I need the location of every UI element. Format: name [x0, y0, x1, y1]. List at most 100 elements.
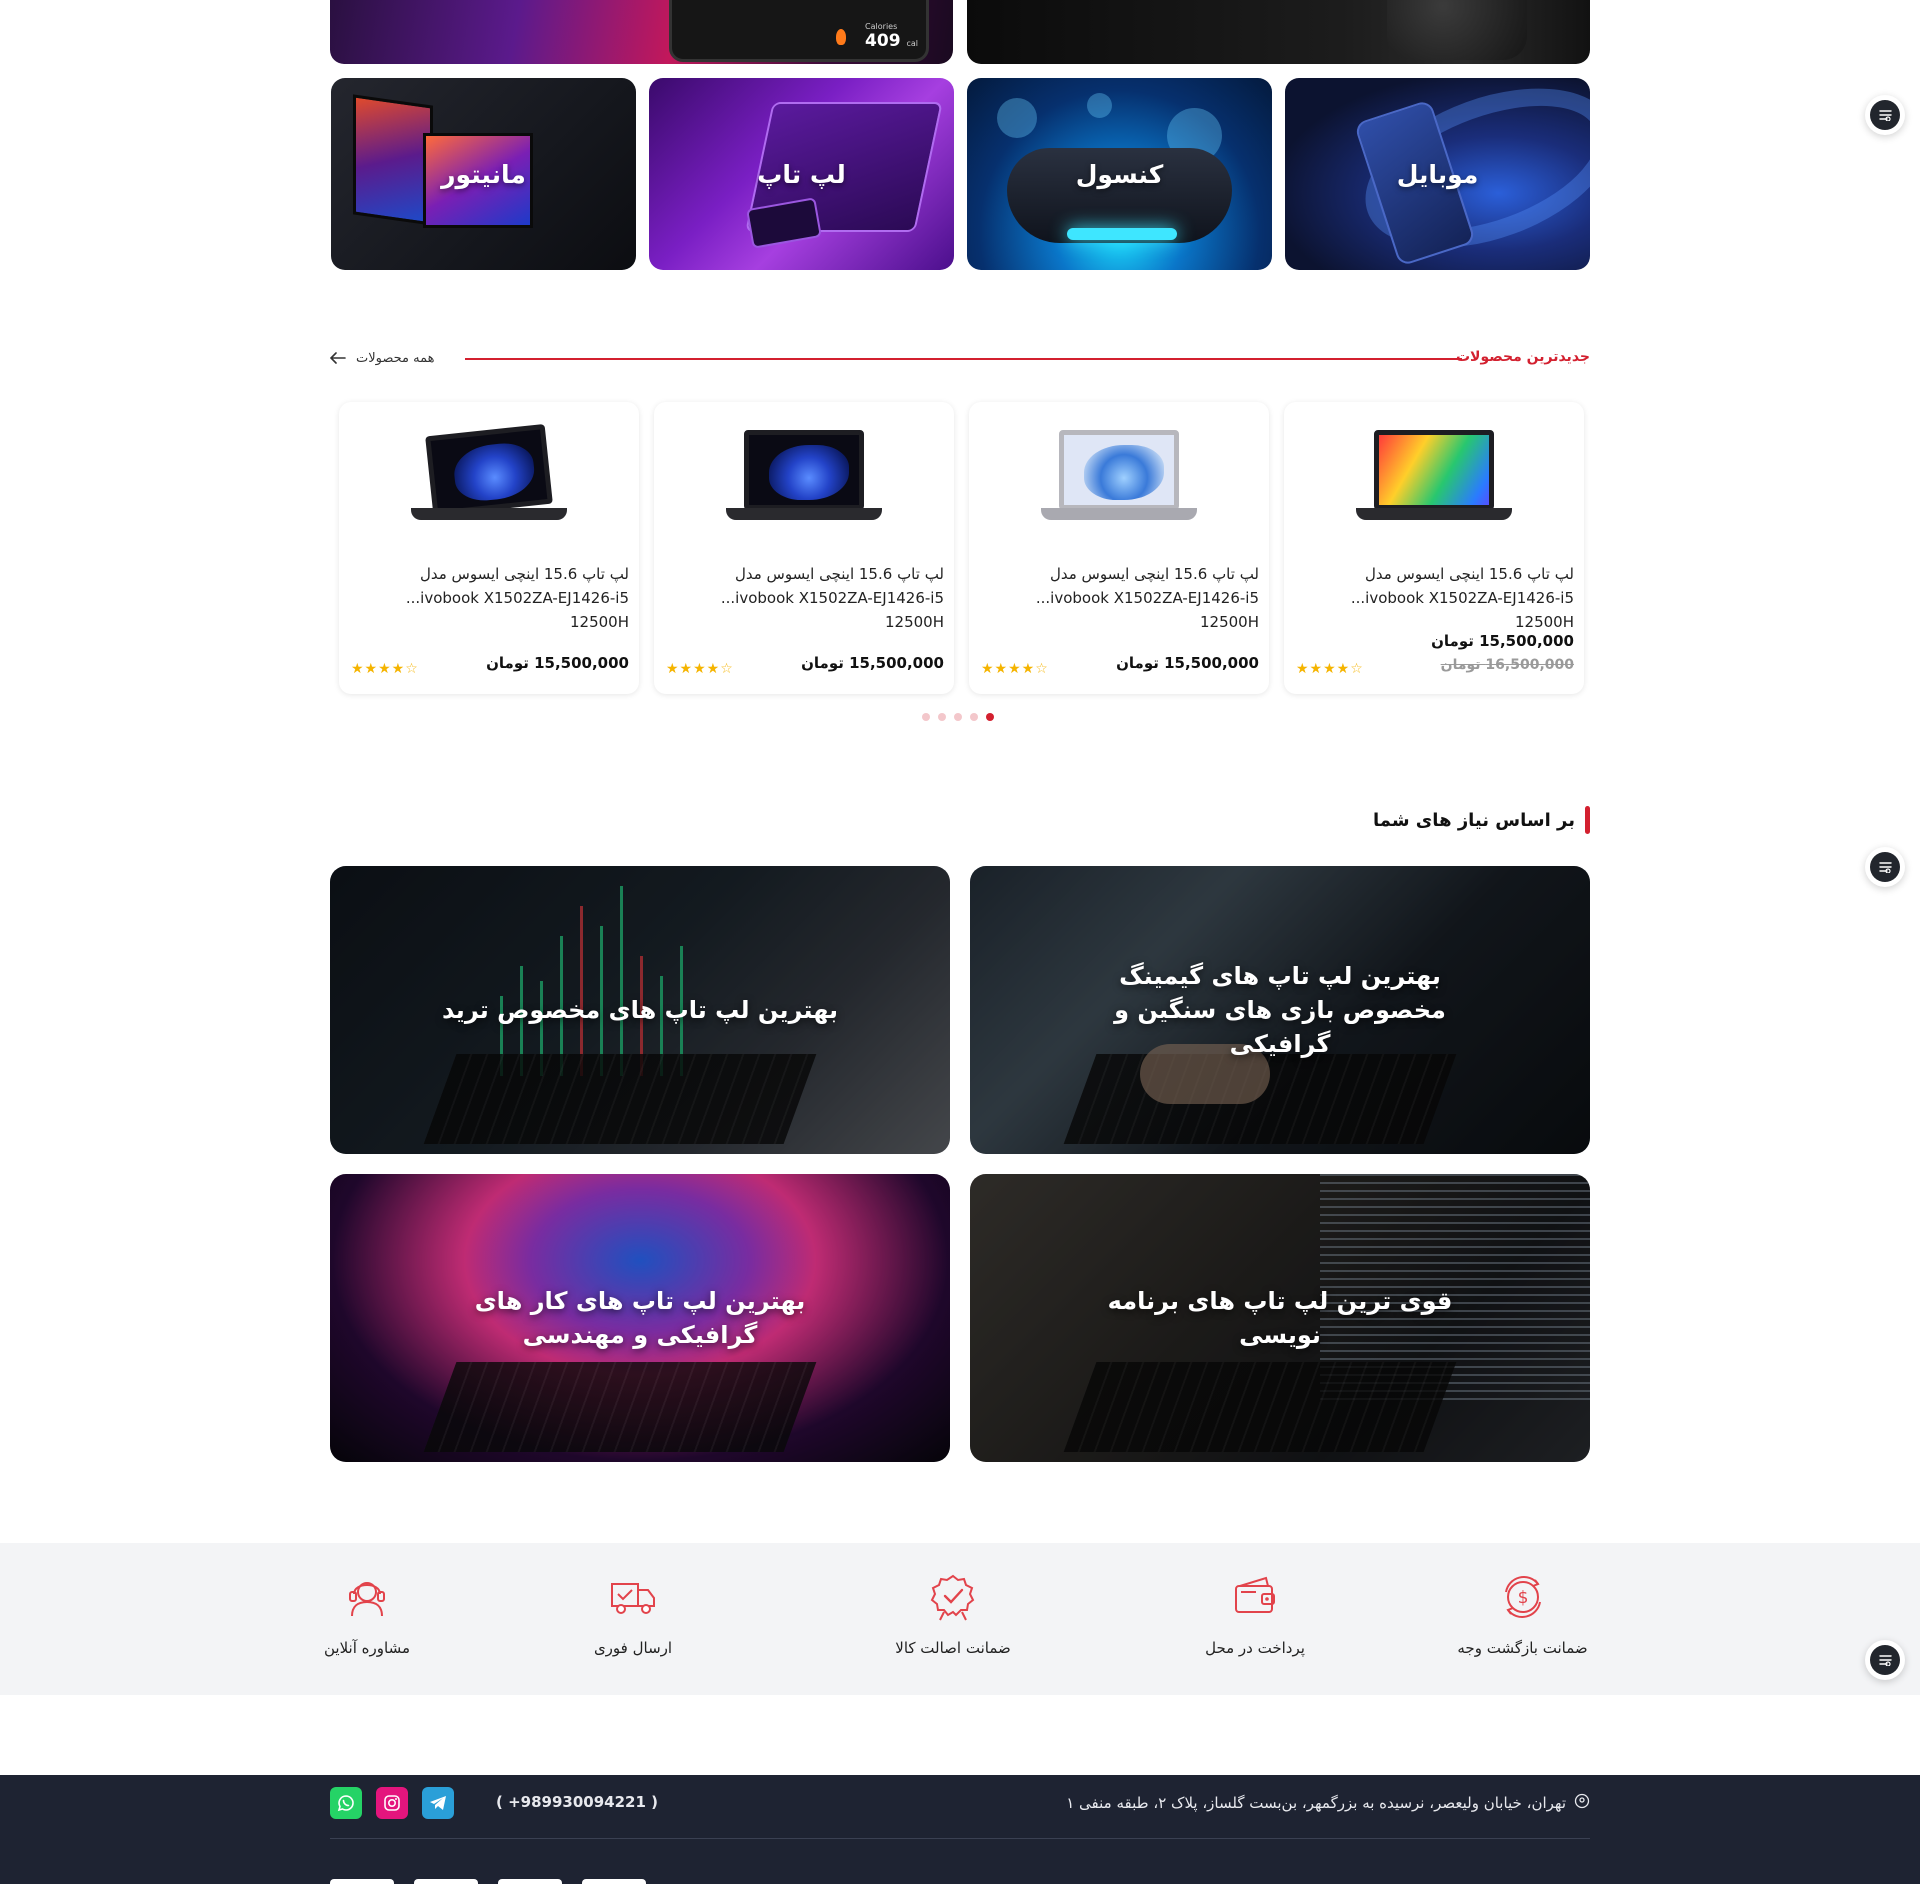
list-icon [1879, 862, 1892, 873]
feature-label: ضمانت اصالت کالا [895, 1639, 1011, 1657]
category-label: کنسول [1075, 159, 1164, 189]
need-card-label: بهترین لپ تاپ های کار های گرافیکی و مهند… [474, 1287, 806, 1349]
category-label: موبایل [1396, 159, 1479, 189]
product-price: 15,500,000 تومان [486, 654, 629, 672]
link-label: همه محصولات [356, 351, 435, 366]
floating-menu-button[interactable] [1865, 847, 1905, 887]
instagram-link[interactable] [376, 1787, 408, 1819]
telegram-link[interactable] [422, 1787, 454, 1819]
bokeh-dot [997, 98, 1037, 138]
carousel-dot[interactable] [970, 713, 978, 721]
footer-divider [330, 1838, 1590, 1839]
need-card-trading[interactable]: بهترین لپ تاپ های مخصوص ترید [330, 866, 950, 1154]
feature-authenticity: ضمانت اصالت کالا [888, 1543, 1018, 1657]
trust-badge[interactable] [414, 1879, 478, 1884]
product-image [714, 418, 894, 538]
rating-stars: ★★★★☆ [666, 661, 734, 677]
title-line: لپ تاپ 15.6 اینچی ایسوس مدل [1364, 565, 1574, 583]
address-text: تهران، خیابان ولیعصر، نرسیده به بزرگمهر،… [1066, 1794, 1566, 1812]
product-card[interactable]: لپ تاپ 15.6 اینچی ایسوس مدل ...ivobook X… [969, 402, 1269, 694]
speaker-image [1387, 0, 1527, 60]
telegram-icon [430, 1796, 446, 1810]
rating-stars: ★★★★☆ [1296, 661, 1364, 677]
list-icon [1879, 1655, 1892, 1666]
bokeh-dot [1087, 93, 1112, 118]
trust-badge[interactable] [330, 1879, 394, 1884]
carousel-dot[interactable] [954, 713, 962, 721]
title-line: لپ تاپ 15.6 اینچی ایسوس مدل [419, 565, 629, 583]
product-image [1344, 418, 1524, 538]
need-card-programming[interactable]: قوی ترین لپ تاپ های برنامه نویسی [970, 1174, 1590, 1462]
need-card-label: قوی ترین لپ تاپ های برنامه نویسی [1107, 1287, 1453, 1349]
category-mobile[interactable]: موبایل [1285, 78, 1590, 270]
page: { "top_banners": { "watch": { "calories_… [0, 0, 1920, 1884]
title-line: ...ivobook X1502ZA-EJ1426-i5 12500H [1350, 589, 1574, 631]
money-back-icon: $ [1497, 1571, 1549, 1623]
title-line: ...ivobook X1502ZA-EJ1426-i5 12500H [1035, 589, 1259, 631]
product-image [399, 418, 579, 538]
feature-fast-delivery: ارسال فوری [588, 1543, 678, 1657]
title-line: ...ivobook X1502ZA-EJ1426-i5 12500H [405, 589, 629, 631]
category-tiles: موبایل کنسول لپ تاپ مانیتور [330, 78, 1590, 270]
whatsapp-icon [337, 1795, 354, 1812]
category-laptop[interactable]: لپ تاپ [649, 78, 954, 270]
product-title[interactable]: لپ تاپ 15.6 اینچی ایسوس مدل ...ivobook X… [349, 562, 629, 634]
badge-icon [927, 1571, 979, 1623]
section-title: جدیدترین محصولات [1455, 349, 1590, 365]
arrow-left-icon [329, 349, 346, 368]
truck-icon [607, 1571, 659, 1623]
category-monitor[interactable]: مانیتور [331, 78, 636, 270]
category-console[interactable]: کنسول [967, 78, 1272, 270]
footer-address: تهران، خیابان ولیعصر، نرسیده به بزرگمهر،… [1066, 1793, 1590, 1813]
location-icon [1574, 1793, 1590, 1813]
trust-badge[interactable] [582, 1879, 646, 1884]
product-card[interactable]: لپ تاپ 15.6 اینچی ایسوس مدل ...ivobook X… [654, 402, 954, 694]
product-title[interactable]: لپ تاپ 15.6 اینچی ایسوس مدل ...ivobook X… [1294, 562, 1574, 634]
title-line: لپ تاپ 15.6 اینچی ایسوس مدل [734, 565, 944, 583]
product-image [1029, 418, 1209, 538]
needs-section-title: بر اساس نیاز های شما [1373, 806, 1590, 834]
all-products-link[interactable]: همه محصولات [329, 349, 435, 368]
whatsapp-link[interactable] [330, 1787, 362, 1819]
need-card-gaming[interactable]: بهترین لپ تاپ های گیمینگ مخصوص بازی های … [970, 866, 1590, 1154]
banner-smartwatch[interactable]: Calories 409 cal [330, 0, 953, 64]
carousel-dot[interactable] [922, 713, 930, 721]
title-accent-bar [1585, 806, 1590, 834]
title-line: لپ تاپ 15.6 اینچی ایسوس مدل [1049, 565, 1259, 583]
wallet-icon [1229, 1571, 1281, 1623]
divider [465, 358, 1462, 360]
product-title[interactable]: لپ تاپ 15.6 اینچی ایسوس مدل ...ivobook X… [664, 562, 944, 634]
features-band: $ ضمانت بازگشت وجه پرداخت در محل ضمانت ا… [0, 1543, 1920, 1695]
need-card-graphics[interactable]: بهترین لپ تاپ های کار های گرافیکی و مهند… [330, 1174, 950, 1462]
feature-label: مشاوره آنلاین [324, 1639, 410, 1657]
carousel-dot-active[interactable] [986, 713, 994, 721]
gamepad-light [1067, 228, 1177, 240]
product-title[interactable]: لپ تاپ 15.6 اینچی ایسوس مدل ...ivobook X… [979, 562, 1259, 634]
feature-cod: پرداخت در محل [1190, 1543, 1320, 1657]
feature-support: مشاوره آنلاین [322, 1543, 412, 1657]
feature-money-back: $ ضمانت بازگشت وجه [1455, 1543, 1590, 1657]
product-card[interactable]: لپ تاپ 15.6 اینچی ایسوس مدل ...ivobook X… [339, 402, 639, 694]
category-label: لپ تاپ [757, 159, 846, 189]
product-old-price: 16,500,000 تومان [1440, 657, 1574, 673]
footer: تهران، خیابان ولیعصر، نرسیده به بزرگمهر،… [0, 1775, 1920, 1884]
product-carousel: لپ تاپ 15.6 اینچی ایسوس مدل ...ivobook X… [337, 402, 1584, 694]
list-icon [1879, 110, 1892, 121]
carousel-dot[interactable] [938, 713, 946, 721]
instagram-icon [384, 1795, 400, 1811]
watch-calories: Calories 409 cal [865, 22, 918, 51]
trust-badge[interactable] [498, 1879, 562, 1884]
need-card-label: بهترین لپ تاپ های مخصوص ترید [441, 996, 839, 1024]
support-icon [341, 1571, 393, 1623]
monitor-image [353, 94, 433, 226]
banner-speaker[interactable] [967, 0, 1590, 64]
floating-menu-button[interactable] [1865, 1640, 1905, 1680]
product-card[interactable]: لپ تاپ 15.6 اینچی ایسوس مدل ...ivobook X… [1284, 402, 1584, 694]
title-text: بر اساس نیاز های شما [1373, 809, 1575, 831]
title-line: ...ivobook X1502ZA-EJ1426-i5 12500H [720, 589, 944, 631]
floating-menu-button[interactable] [1865, 95, 1905, 135]
newest-products-header: جدیدترین محصولات همه محصولات [329, 346, 1590, 372]
svg-text:$: $ [1517, 1588, 1528, 1608]
footer-phone[interactable]: ( +989930094221 ) [496, 1793, 658, 1811]
rating-stars: ★★★★☆ [351, 661, 419, 677]
